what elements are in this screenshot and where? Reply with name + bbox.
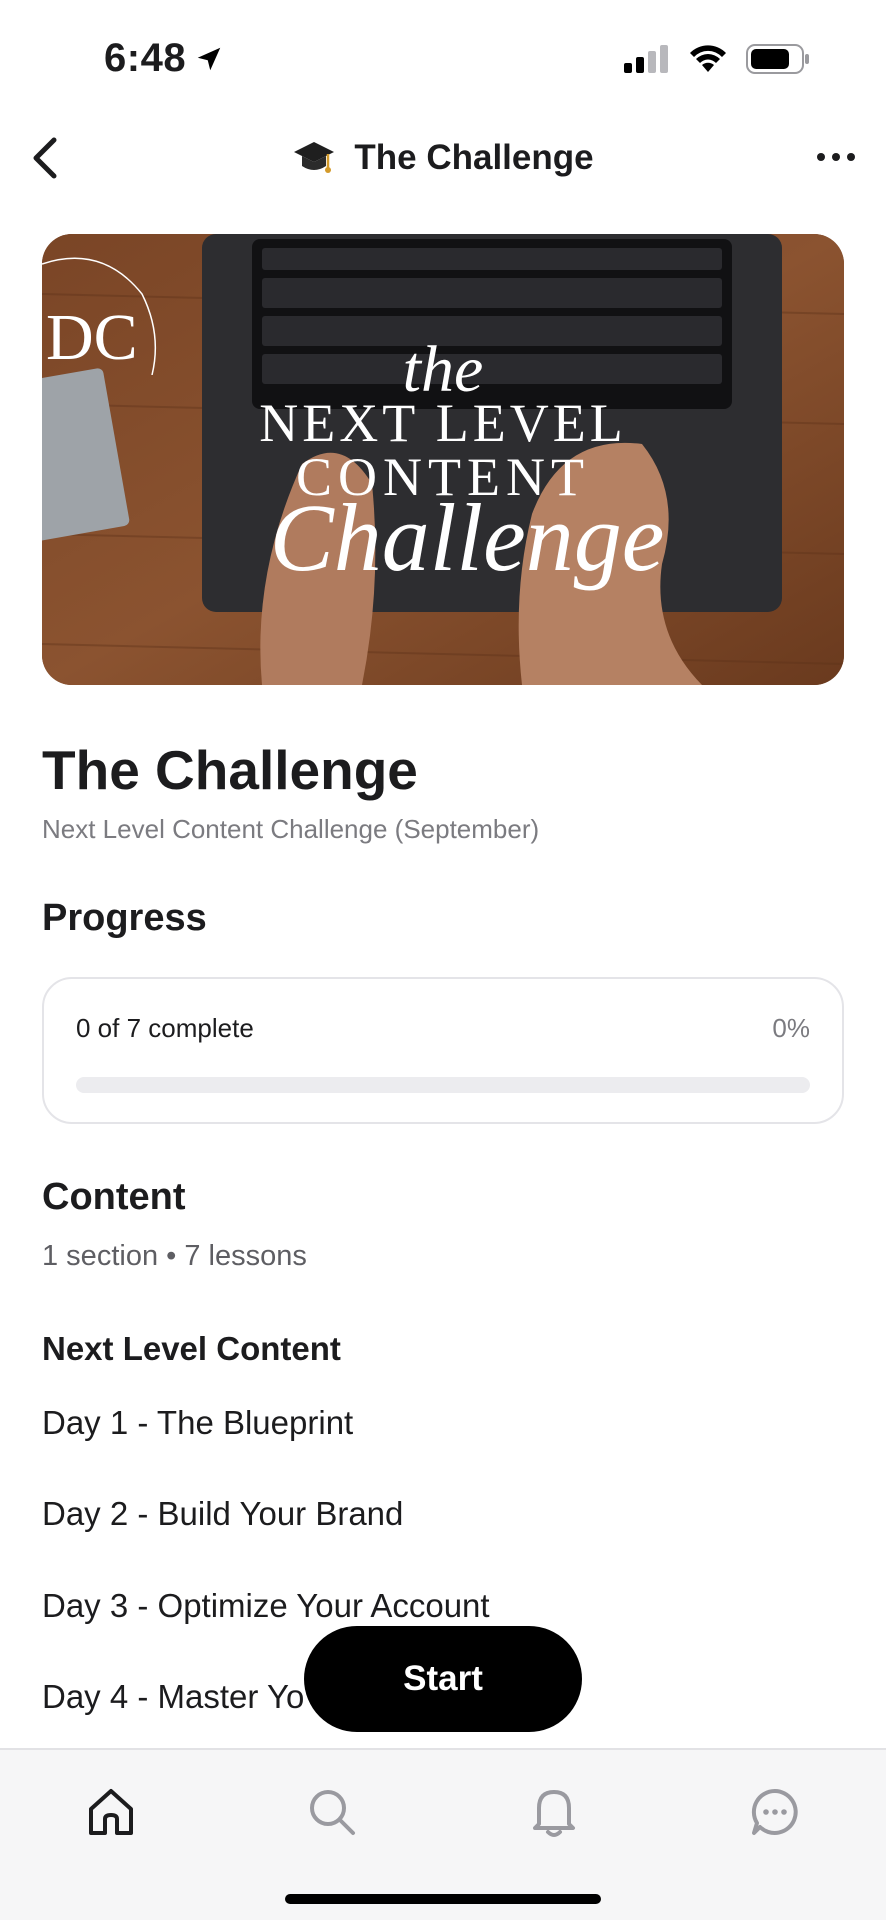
home-icon [89,1789,133,1835]
tab-search[interactable] [292,1772,372,1852]
course-title: The Challenge [42,739,418,801]
module-title: Next Level Content [42,1330,341,1367]
home-indicator [285,1894,601,1904]
location-arrow-icon [197,47,221,70]
course-cover-image: the NEXT LEVEL CONTENT Challenge DC [42,234,844,685]
start-button[interactable]: Start [304,1626,582,1732]
lesson-item[interactable]: Day 1 - The Blueprint [42,1404,353,1442]
status-time: 6:48 [104,36,224,81]
graduation-cap-icon [294,142,335,173]
content-heading: Content [42,1176,186,1218]
cover-line-challenge: Challenge [269,484,665,591]
search-icon [310,1790,355,1835]
tab-messages[interactable] [735,1772,815,1852]
progress-card: 0 of 7 complete 0% [42,977,844,1124]
nav-title-label: The Challenge [354,138,594,177]
tab-notifications[interactable] [514,1772,594,1852]
status-time-label: 6:48 [104,36,187,80]
battery-icon [746,44,809,74]
progress-summary: 0 of 7 complete [76,1013,254,1043]
nav-title: The Challenge [0,136,886,180]
brand-monogram: DC [46,301,138,374]
cover-line-next-level: NEXT LEVEL [259,393,627,453]
lesson-item[interactable]: Day 4 - Master Yo [42,1678,304,1716]
progress-percent: 0% [772,1013,810,1043]
status-indicators [624,44,810,74]
nav-bar: The Challenge [0,118,886,198]
ellipsis-icon [817,153,855,161]
course-subtitle: Next Level Content Challenge (September) [42,814,540,844]
brand-logo: DC [42,257,157,375]
cellular-signal-icon [624,45,668,73]
bell-icon [533,1790,575,1837]
progress-bar [76,1077,810,1093]
content-meta: 1 section • 7 lessons [42,1240,307,1272]
lesson-item[interactable]: Day 3 - Optimize Your Account [42,1587,490,1625]
wifi-icon [690,45,726,72]
chat-icon [751,1788,798,1835]
more-options-button[interactable] [806,132,866,182]
status-bar: 6:48 [0,0,886,118]
progress-heading: Progress [42,897,207,939]
tab-home[interactable] [71,1772,151,1852]
lesson-item[interactable]: Day 2 - Build Your Brand [42,1495,403,1533]
